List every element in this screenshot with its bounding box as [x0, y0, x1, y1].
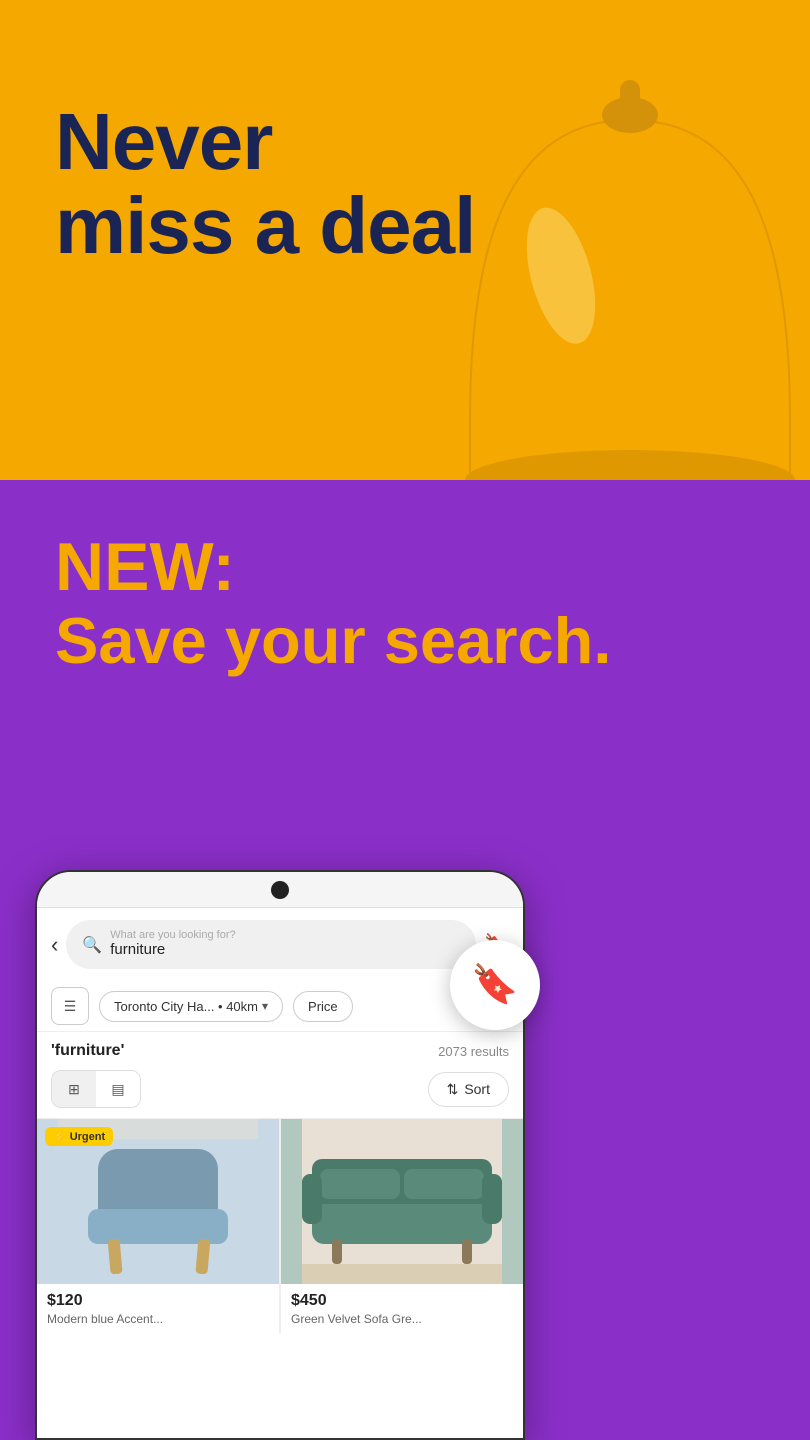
sort-label: Sort	[464, 1081, 490, 1097]
filter-icon-button[interactable]: ☰	[51, 987, 89, 1025]
hero-title: Never miss a deal	[55, 100, 475, 268]
view-sort-row: ⊞ ▤ ⇅ Sort	[37, 1066, 523, 1119]
back-button[interactable]: ‹	[51, 932, 58, 958]
sort-icon: ⇅	[447, 1081, 459, 1098]
hero-title-line2: miss a deal	[55, 181, 475, 270]
listing-price-2: $450	[291, 1292, 513, 1310]
phone-camera-bar	[37, 872, 523, 908]
search-input-box[interactable]: 🔍 What are you looking for? furniture	[66, 920, 476, 969]
list-icon: ▤	[111, 1081, 124, 1098]
listing-image-wrap-1: ⚡ Urgent	[37, 1119, 279, 1284]
hero-yellow-section: Never miss a deal	[0, 0, 810, 480]
save-search-label: Save your search.	[55, 605, 611, 677]
price-label: Price	[308, 999, 338, 1014]
urgent-text: Urgent	[70, 1131, 105, 1143]
listing-info-2: $450 Green Velvet Sofa Gre...	[281, 1284, 523, 1334]
results-count: 2073 results	[438, 1044, 509, 1059]
new-label: NEW: Save your search.	[55, 530, 611, 676]
listing-card-2[interactable]: $450 Green Velvet Sofa Gre...	[281, 1119, 523, 1334]
search-input-value: furniture	[110, 941, 235, 959]
search-row: ‹ 🔍 What are you looking for? furniture …	[37, 908, 523, 981]
grid-icon: ⊞	[68, 1081, 80, 1098]
grid-view-button[interactable]: ⊞	[52, 1071, 96, 1107]
listings-grid: ⚡ Urgent $120 Modern blue Accent...	[37, 1119, 523, 1334]
listing-name-2: Green Velvet Sofa Gre...	[291, 1312, 513, 1326]
phone-mockup: ‹ 🔍 What are you looking for? furniture …	[35, 870, 525, 1440]
listing-image-wrap-2	[281, 1119, 523, 1284]
lightning-icon: ⚡	[53, 1130, 67, 1143]
chevron-down-icon: ▾	[262, 999, 268, 1013]
search-placeholder: What are you looking for?	[110, 930, 235, 941]
urgent-badge: ⚡ Urgent	[45, 1127, 113, 1146]
floating-bookmark-button[interactable]: 🔖	[450, 940, 540, 1030]
bell-illustration	[440, 60, 810, 480]
results-header: 'furniture' 2073 results	[37, 1032, 523, 1066]
list-view-button[interactable]: ▤	[96, 1071, 140, 1107]
location-filter-pill[interactable]: Toronto City Ha... • 40km ▾	[99, 991, 283, 1022]
phone-camera	[271, 881, 289, 899]
bookmark-icon: 🔖	[471, 963, 518, 1007]
listing-info-1: $120 Modern blue Accent...	[37, 1284, 279, 1334]
listing-price-1: $120	[47, 1292, 269, 1310]
hero-purple-section: NEW: Save your search. 🔖 ‹ 🔍 What are yo…	[0, 480, 810, 1440]
filter-lines-icon: ☰	[64, 998, 77, 1015]
sort-button[interactable]: ⇅ Sort	[428, 1072, 509, 1107]
hero-title-line1: Never	[55, 97, 272, 186]
results-query-title: 'furniture'	[51, 1042, 124, 1060]
search-icon: 🔍	[82, 935, 102, 955]
view-toggle: ⊞ ▤	[51, 1070, 141, 1108]
listing-name-1: Modern blue Accent...	[47, 1312, 269, 1326]
location-text: Toronto City Ha... • 40km	[114, 999, 258, 1014]
price-filter-pill[interactable]: Price	[293, 991, 353, 1022]
listing-card-1[interactable]: ⚡ Urgent $120 Modern blue Accent...	[37, 1119, 279, 1334]
